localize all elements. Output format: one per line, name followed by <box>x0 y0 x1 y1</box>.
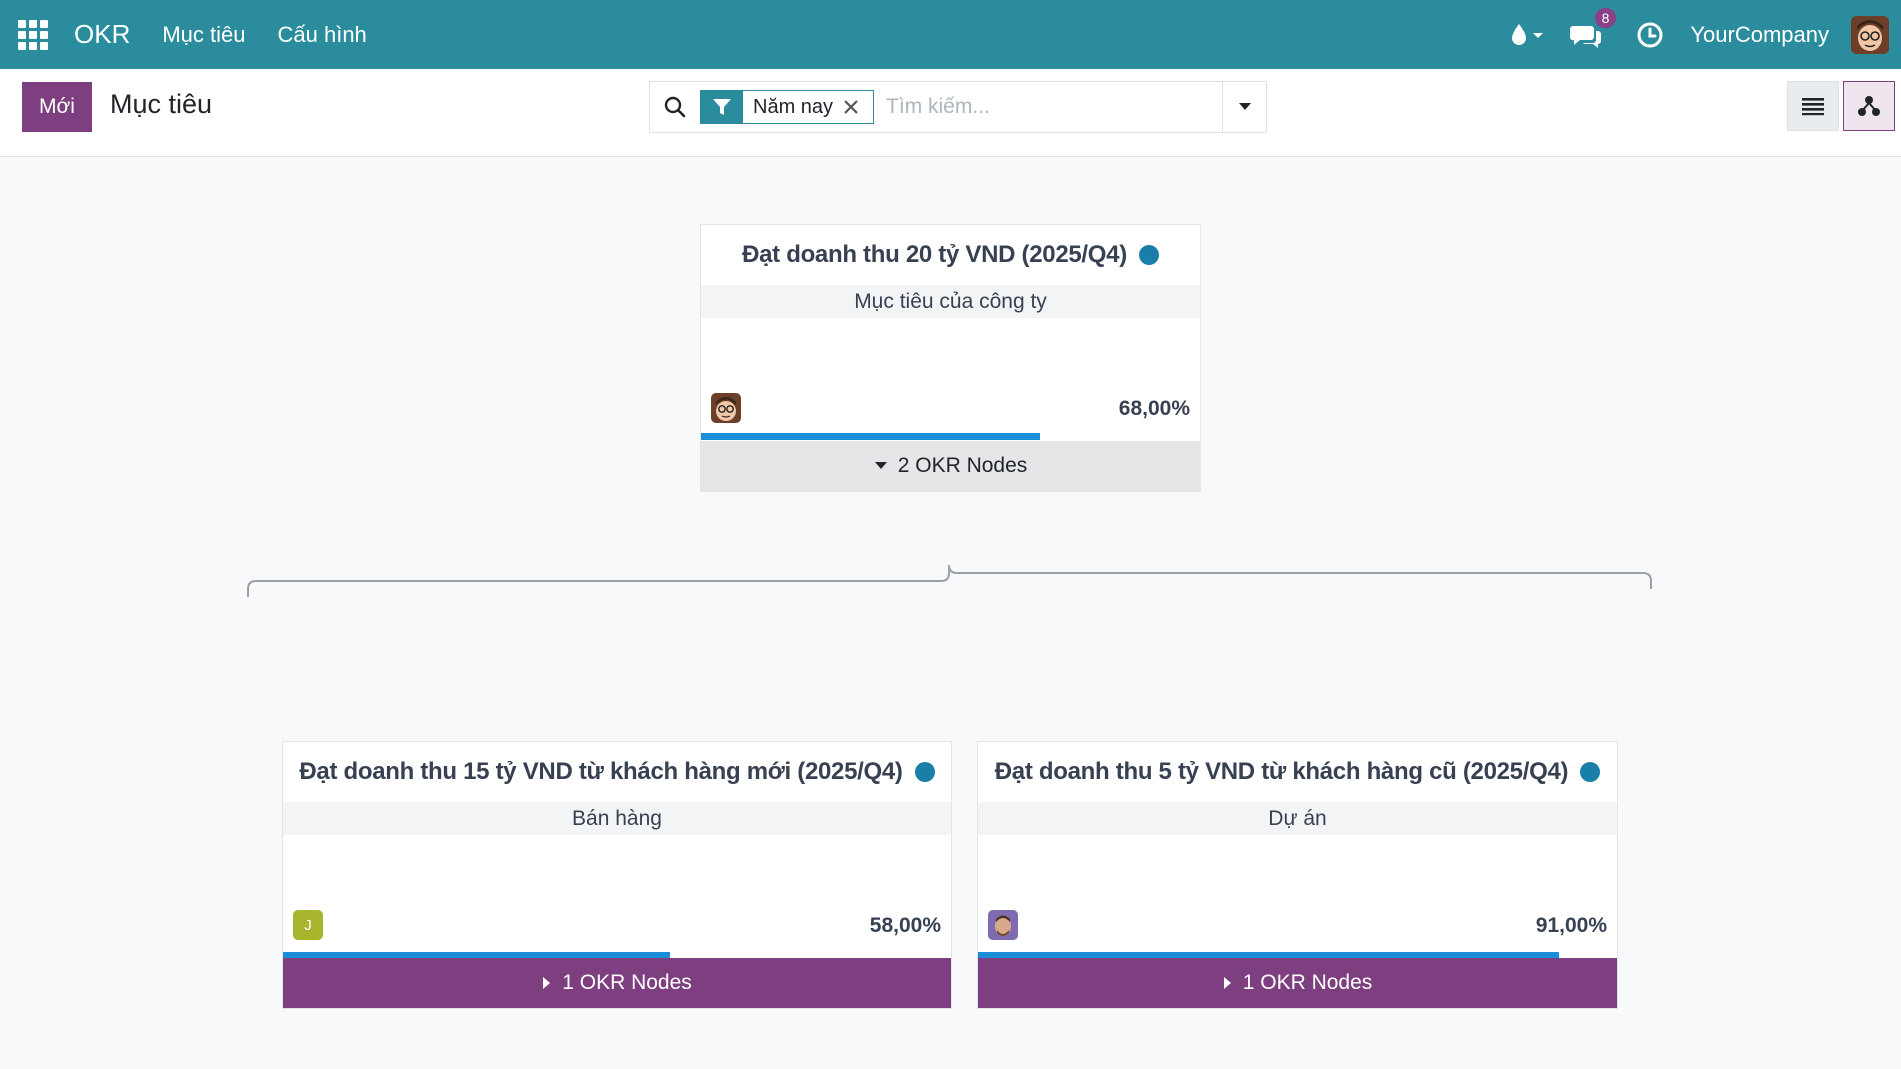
owner-initial: J <box>304 916 312 934</box>
progress-value: 91,00% <box>1535 914 1607 937</box>
okr-node-child-new-customers[interactable]: Đạt doanh thu 15 tỷ VND từ khách hàng mớ… <box>282 741 952 1009</box>
node-title: Đạt doanh thu 5 tỷ VND từ khách hàng cũ … <box>994 758 1569 785</box>
caret-right-icon <box>542 976 552 990</box>
okr-node-child-existing-customers[interactable]: Đạt doanh thu 5 tỷ VND từ khách hàng cũ … <box>977 741 1618 1009</box>
status-dot <box>1580 762 1601 782</box>
node-title: Đạt doanh thu 20 tỷ VND (2025/Q4) <box>742 241 1127 268</box>
caret-down-icon <box>874 461 888 471</box>
expand-children-button[interactable]: 1 OKR Nodes <box>978 958 1617 1008</box>
progress-value: 58,00% <box>869 914 941 937</box>
progress-value: 68,00% <box>1118 397 1190 420</box>
children-count: 1 OKR Nodes <box>1242 971 1373 994</box>
node-team: Bán hàng <box>283 802 951 835</box>
caret-right-icon <box>1223 976 1233 990</box>
node-team: Mục tiêu của công ty <box>701 285 1200 318</box>
owner-avatar[interactable] <box>711 393 741 423</box>
owner-avatar[interactable] <box>988 910 1018 940</box>
expand-children-button[interactable]: 2 OKR Nodes <box>701 441 1200 491</box>
owner-avatar[interactable]: J <box>293 910 323 940</box>
node-team: Dự án <box>978 802 1617 835</box>
expand-children-button[interactable]: 1 OKR Nodes <box>283 958 951 1008</box>
status-dot <box>914 762 935 782</box>
status-dot <box>1138 245 1159 265</box>
okr-node-root[interactable]: Đạt doanh thu 20 tỷ VND (2025/Q4) Mục ti… <box>700 224 1201 492</box>
node-title: Đạt doanh thu 15 tỷ VND từ khách hàng mớ… <box>299 758 903 785</box>
progress-bar <box>701 433 1200 440</box>
children-count: 2 OKR Nodes <box>897 454 1028 477</box>
children-count: 1 OKR Nodes <box>562 971 692 994</box>
